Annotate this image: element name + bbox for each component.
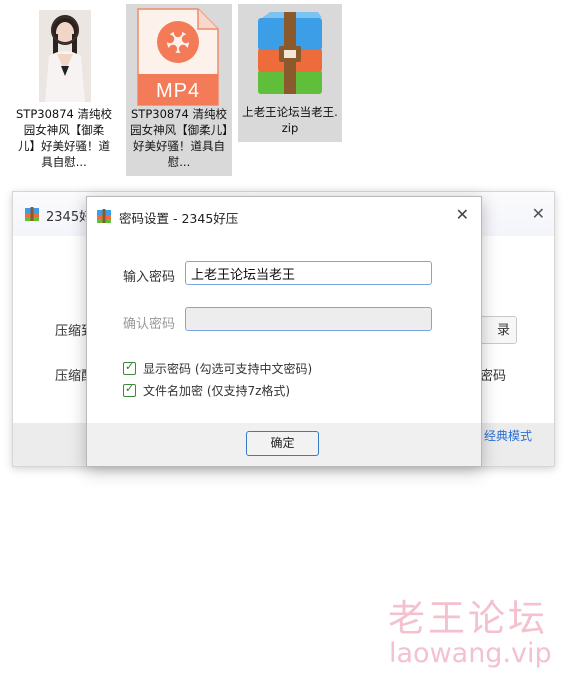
- watermark-url: laowang.vip: [389, 638, 552, 669]
- watermark-name: 老王论坛: [388, 597, 548, 640]
- file-tile-video[interactable]: STP30874 清纯校园女神风【御柔儿】好美好骚！道具自慰...: [14, 4, 114, 176]
- file-tile-mp4[interactable]: MP4 STP30874 清纯校园女神风【御柔儿】好美好骚！道具自慰...: [126, 4, 232, 176]
- password-input[interactable]: [185, 261, 432, 285]
- checkmark-icon: ✓: [125, 359, 135, 373]
- ok-button[interactable]: 确定: [246, 431, 319, 456]
- close-icon[interactable]: ✕: [456, 205, 469, 224]
- encrypt-filenames-label: 文件名加密 (仅支持7z格式): [143, 383, 291, 398]
- file-name: STP30874 清纯校园女神风【御柔儿】好美好骚！道具自慰...: [130, 107, 228, 169]
- classic-mode-link[interactable]: 经典模式: [484, 427, 532, 444]
- checkmark-icon: ✓: [125, 381, 135, 395]
- show-password-option[interactable]: ✓ 显示密码 (勾选可支持中文密码): [123, 360, 312, 376]
- mp4-file-icon: MP4: [136, 8, 220, 106]
- video-thumbnail: [39, 10, 91, 102]
- app-logo-icon: [97, 209, 111, 223]
- file-tile-zip[interactable]: 上老王论坛当老王.zip: [238, 4, 342, 142]
- encrypt-filenames-checkbox[interactable]: ✓: [123, 381, 136, 397]
- password-dialog: 密码设置 - 2345好压 ✕ 输入密码 确认密码 ✓ 显示密码 (勾选可支持中…: [86, 196, 482, 467]
- show-password-checkbox[interactable]: ✓: [123, 359, 136, 375]
- confirm-password-input[interactable]: [185, 307, 432, 331]
- mp4-badge-text: MP4: [156, 80, 200, 102]
- file-name: 上老王论坛当老王.zip: [242, 105, 338, 135]
- close-icon[interactable]: ✕: [532, 204, 545, 223]
- confirm-password-label: 确认密码: [123, 317, 176, 332]
- browse-button[interactable]: 录: [476, 316, 517, 344]
- zip-archive-icon: [250, 10, 330, 100]
- app-logo-icon: [25, 207, 39, 221]
- password-label: 输入密码: [123, 270, 176, 285]
- password-dialog-titlebar: 密码设置 - 2345好压 ✕: [87, 197, 481, 233]
- encrypt-filenames-option[interactable]: ✓ 文件名加密 (仅支持7z格式): [123, 382, 290, 398]
- file-name: STP30874 清纯校园女神风【御柔儿】好美好骚！道具自慰...: [16, 107, 112, 169]
- show-password-label: 显示密码 (勾选可支持中文密码): [143, 361, 313, 376]
- password-dialog-title: 密码设置 - 2345好压: [119, 211, 239, 226]
- password-setting-link[interactable]: 密码: [480, 365, 506, 384]
